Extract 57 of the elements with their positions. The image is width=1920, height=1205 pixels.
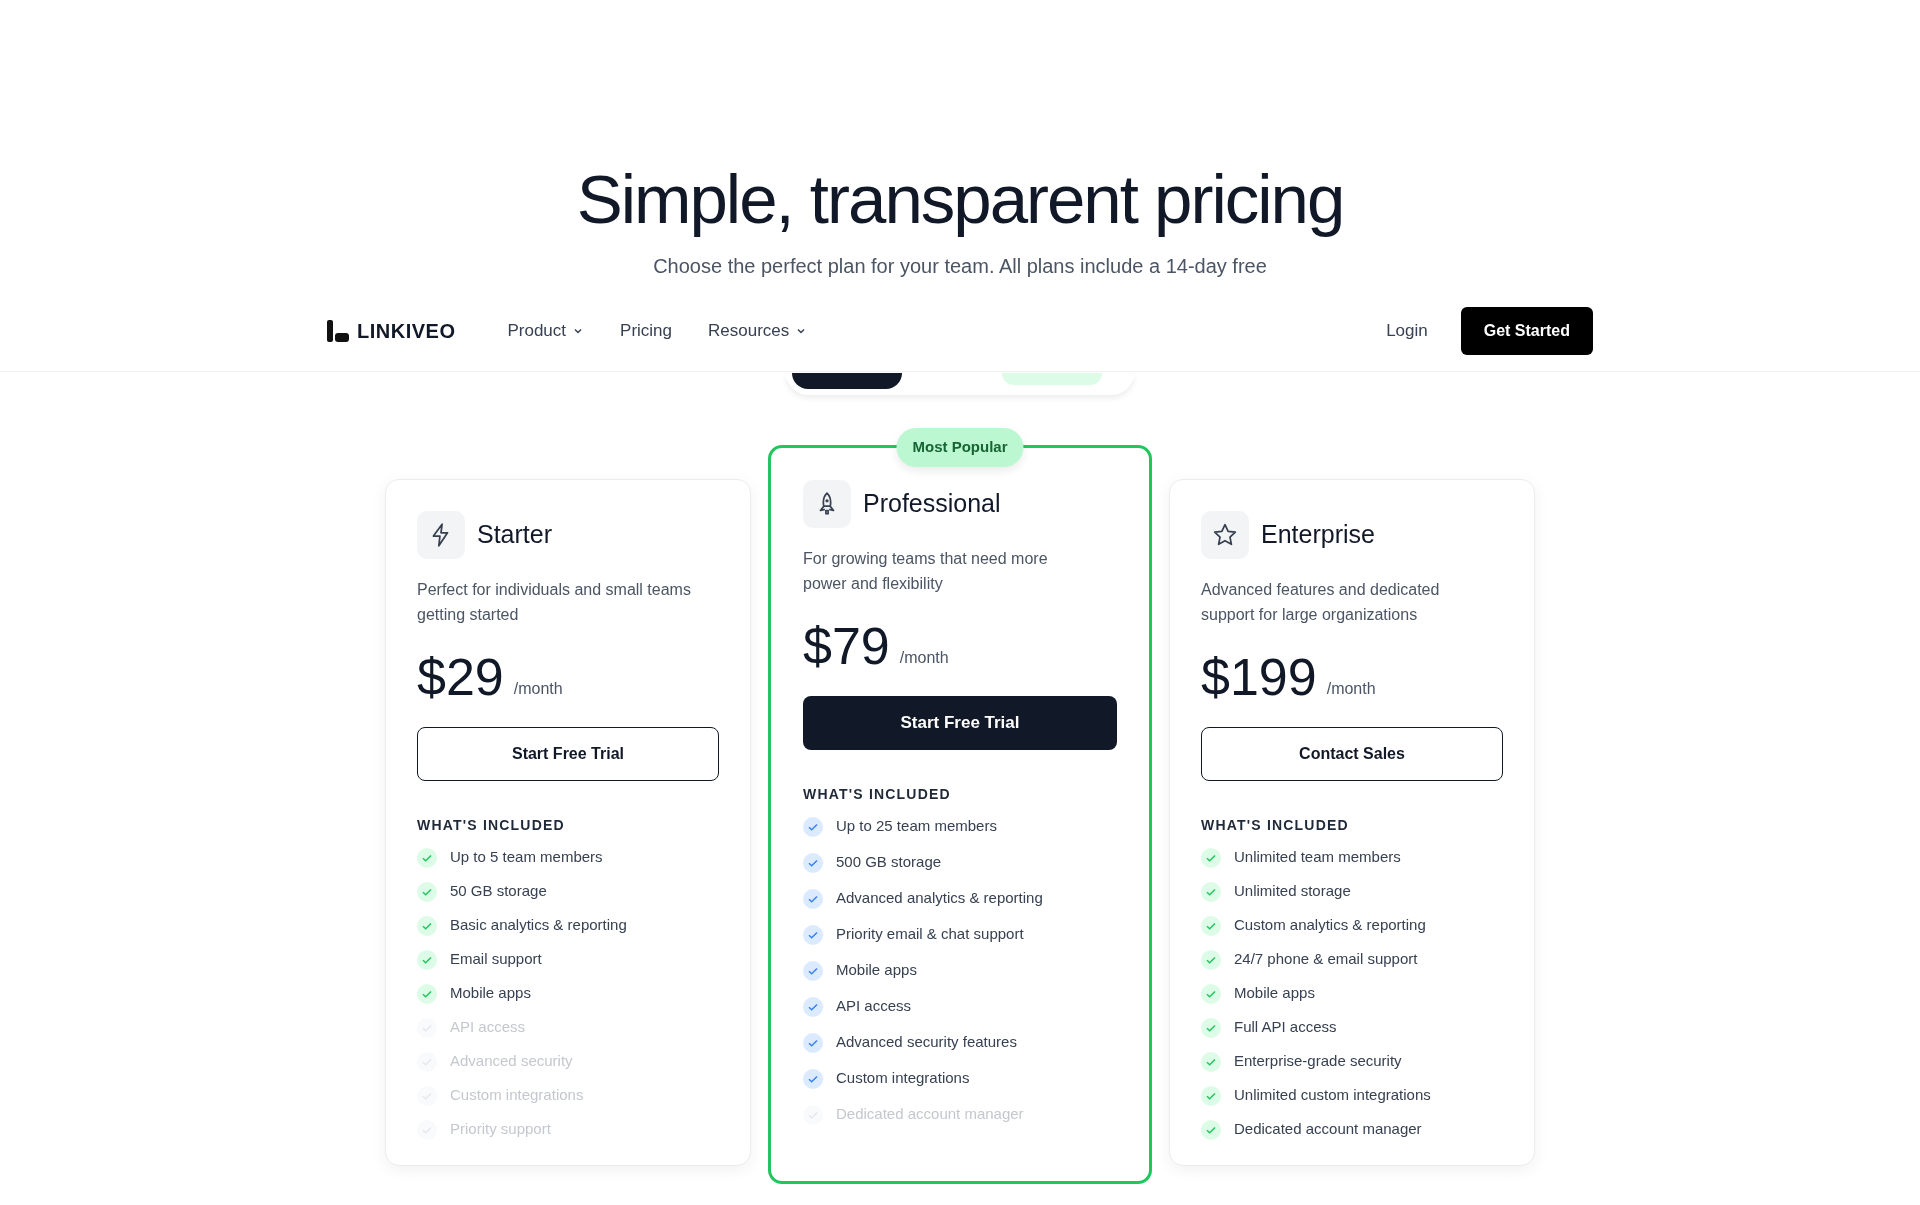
- price-period: /month: [899, 648, 949, 668]
- plan-name: Enterprise: [1261, 519, 1375, 551]
- nav-link[interactable]: Pricing: [620, 317, 672, 344]
- plan-name: Starter: [477, 519, 553, 551]
- start-trial-button[interactable]: Start Free Trial: [803, 696, 1117, 750]
- feature-label: Unlimited custom integrations: [1234, 1085, 1431, 1106]
- feature-label: Priority email & chat support: [836, 924, 1024, 945]
- feature-label: 500 GB storage: [836, 852, 942, 873]
- feature-label: Mobile apps: [450, 983, 531, 1004]
- plan-description: For growing teams that need more power and flexibility: [803, 549, 1049, 594]
- feature-label: 24/7 phone & email support: [1234, 949, 1418, 970]
- feature-label: API access: [836, 996, 912, 1017]
- feature-label: Priority support: [450, 1119, 551, 1140]
- feature-label: Advanced security features: [836, 1032, 1017, 1053]
- plan-name: Professional: [863, 488, 1001, 520]
- plan-price: $79: [803, 616, 890, 676]
- feature-label: Advanced analytics & reporting: [836, 888, 1043, 909]
- feature-label: Full API access: [1234, 1017, 1337, 1038]
- feature-label: Mobile apps: [1234, 983, 1315, 1004]
- page-heading: Simple, transparent pricing: [576, 160, 1344, 240]
- feature-label: 50 GB storage: [450, 881, 547, 902]
- plan-action-button[interactable]: Contact Sales: [1201, 727, 1503, 781]
- feature-label: Up to 25 team members: [836, 816, 997, 837]
- login-link[interactable]: Login: [1386, 317, 1428, 344]
- most-popular-badge: Most Popular: [896, 428, 1024, 467]
- feature-label: Enterprise-grade security: [1234, 1051, 1402, 1072]
- plan-price: $199: [1201, 647, 1317, 707]
- features-heading: WHAT'S INCLUDED: [417, 816, 566, 835]
- plan-action-button[interactable]: Start Free Trial: [417, 727, 719, 781]
- plan-description: Advanced features and dedicated support for large organizations: [1201, 580, 1441, 625]
- feature-label: Unlimited team members: [1234, 847, 1401, 868]
- star-icon: [1212, 522, 1238, 548]
- feature-label: Advanced security: [450, 1051, 573, 1072]
- get-started-button[interactable]: Get Started: [1460, 306, 1593, 355]
- feature-label: Custom analytics & reporting: [1234, 915, 1426, 936]
- nav-dropdown[interactable]: Resources: [708, 317, 808, 344]
- logo-icon: [327, 319, 349, 342]
- plan-description: Perfect for individuals and small teams getting started: [417, 580, 692, 625]
- feature-label: Email support: [450, 949, 542, 970]
- page-subtitle: Choose the perfect plan for your team. All plans include a 14-day free: [653, 254, 1267, 279]
- feature-label: Unlimited storage: [1234, 881, 1351, 902]
- feature-label: Basic analytics & reporting: [450, 915, 627, 936]
- feature-label: Up to 5 team members: [450, 847, 603, 868]
- billing-toggle[interactable]: [786, 373, 1134, 395]
- plan-price: $29: [417, 647, 504, 707]
- price-period: /month: [513, 679, 563, 699]
- logo-text: LINKIVEO: [357, 318, 456, 344]
- feature-label: Custom integrations: [450, 1085, 584, 1106]
- feature-label: API access: [450, 1017, 526, 1038]
- feature-label: Dedicated account manager: [1234, 1119, 1422, 1140]
- features-heading: WHAT'S INCLUDED: [803, 785, 952, 804]
- feature-label: Custom integrations: [836, 1068, 970, 1089]
- price-period: /month: [1326, 679, 1376, 699]
- features-heading: WHAT'S INCLUDED: [1201, 816, 1350, 835]
- feature-label: Mobile apps: [836, 960, 917, 981]
- feature-label: Dedicated account manager: [836, 1104, 1024, 1125]
- nav-dropdown[interactable]: Product: [507, 317, 585, 344]
